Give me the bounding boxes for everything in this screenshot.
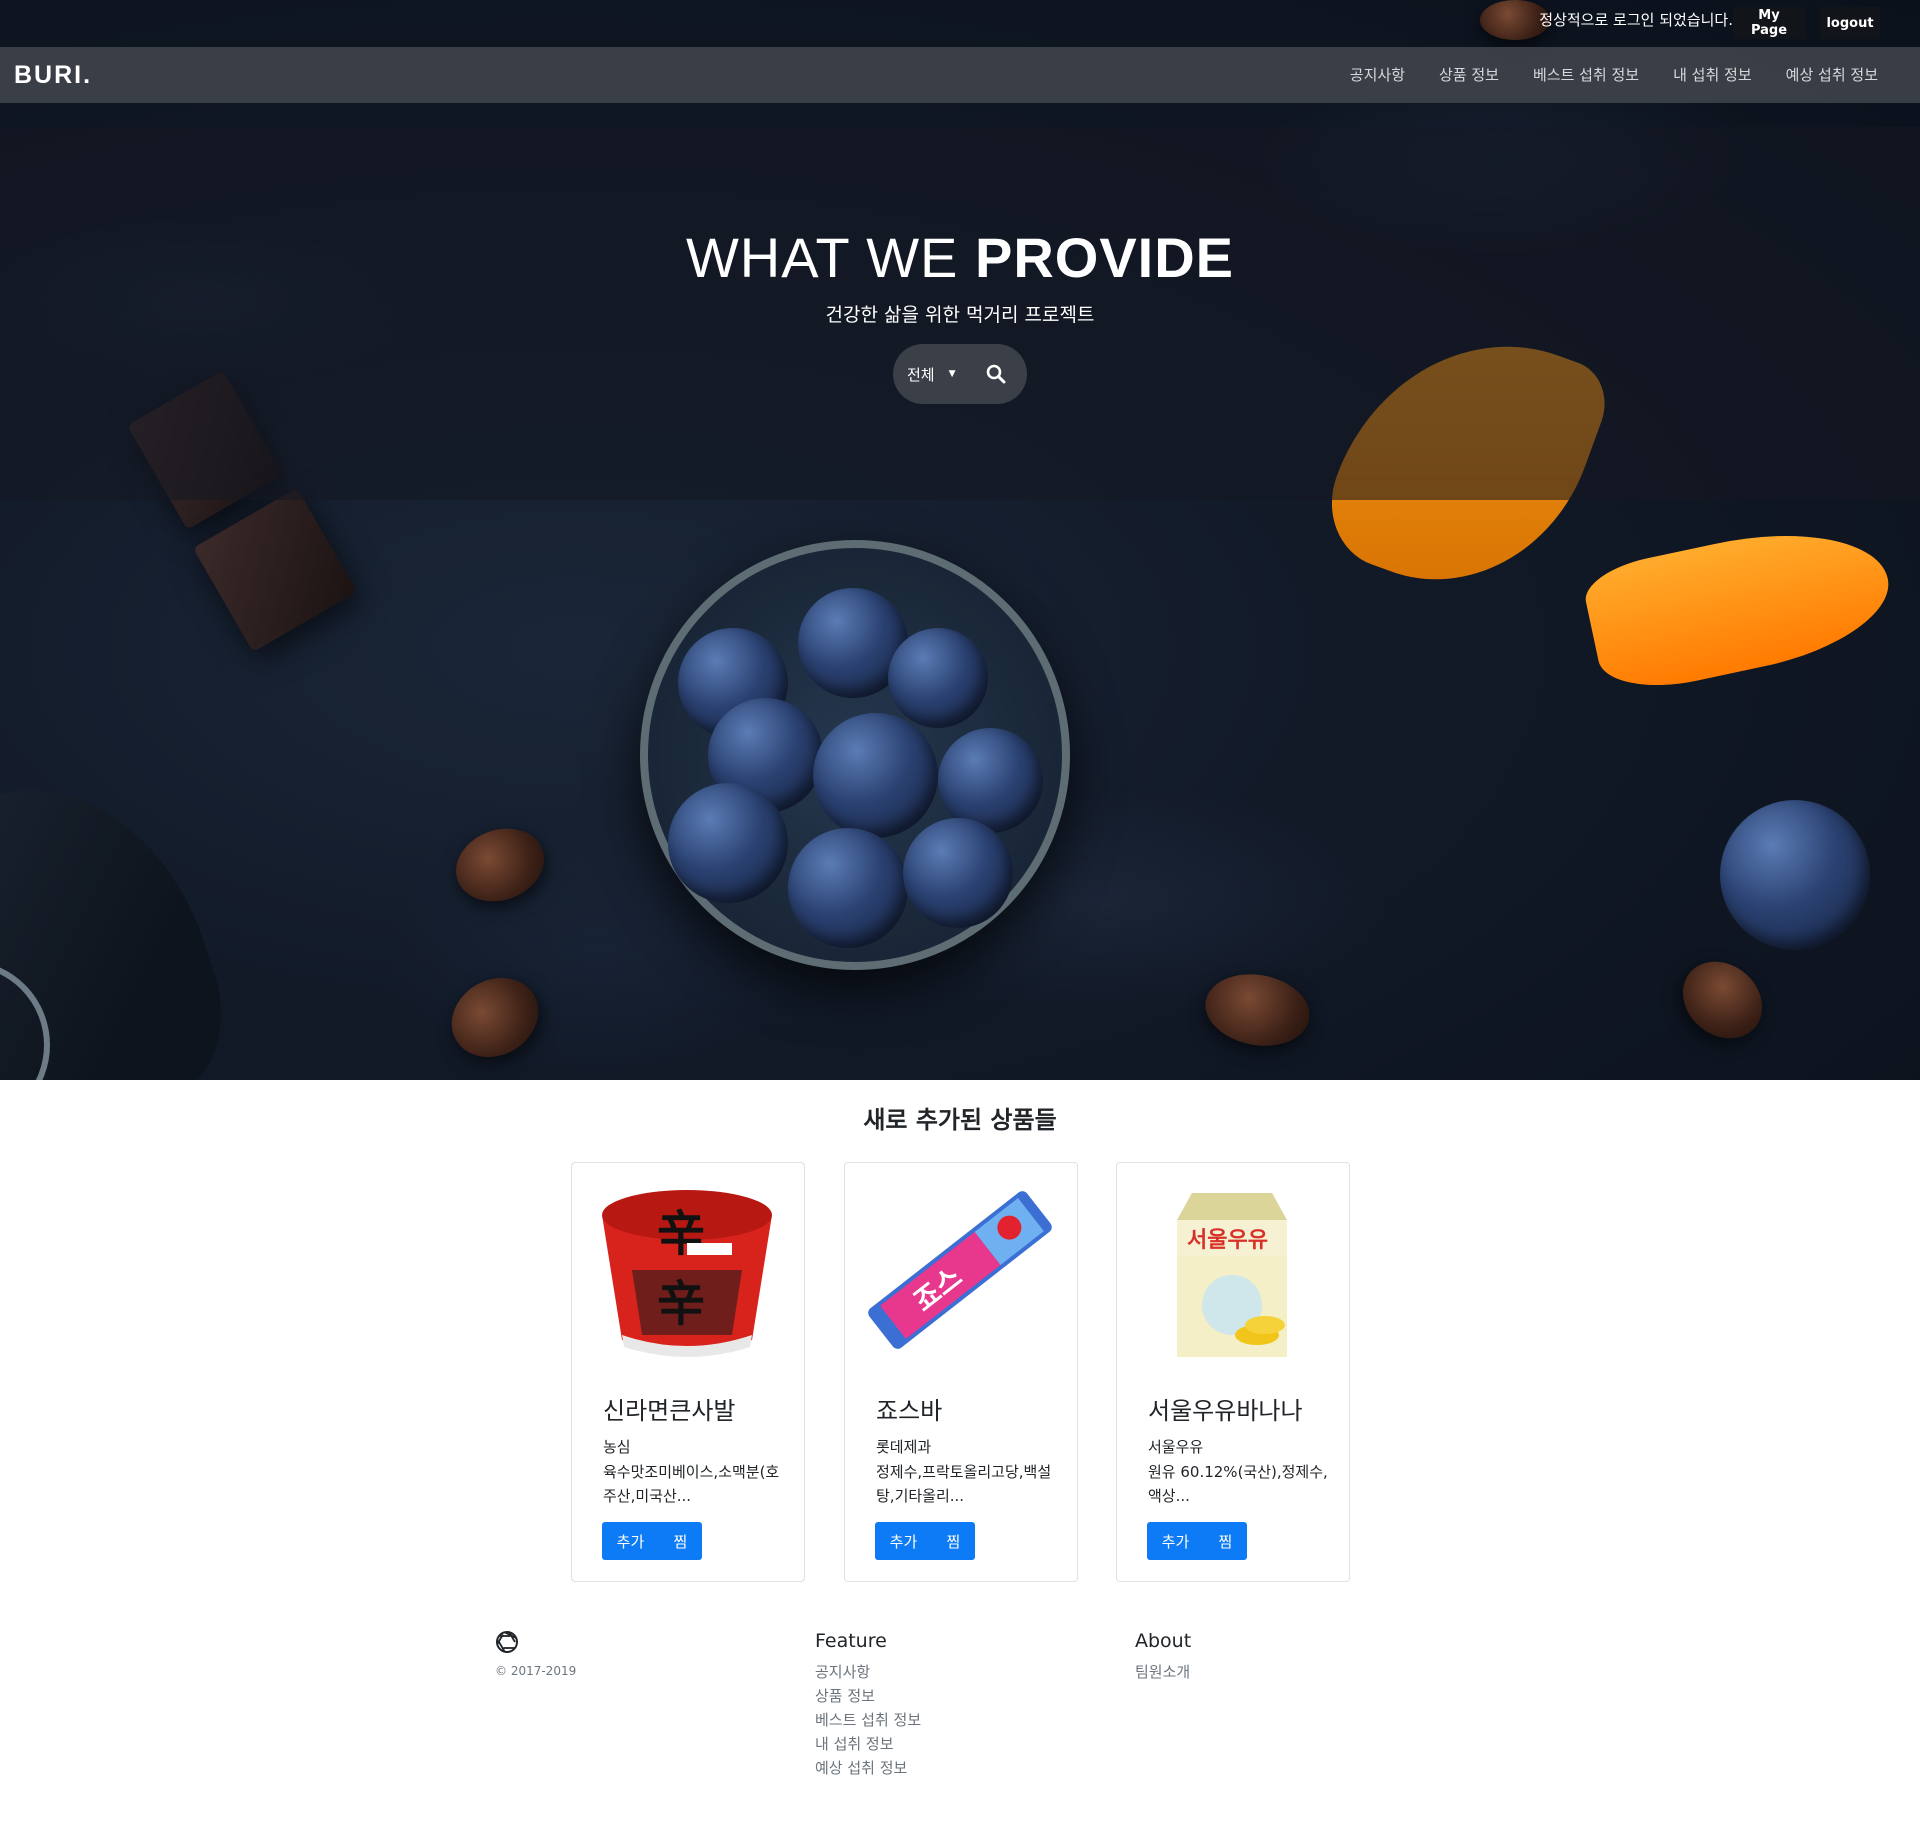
product-name: 신라면큰사발	[603, 1397, 736, 1425]
product-image-ice-bar: 죠스	[865, 1175, 1055, 1365]
wish-button[interactable]: 찜	[1219, 1531, 1233, 1552]
footer-link-expected-intake[interactable]: 예상 섭취 정보	[815, 1758, 921, 1778]
nav-menu: 공지사항 상품 정보 베스트 섭취 정보 내 섭취 정보 예상 섭취 정보	[1350, 64, 1878, 85]
product-action-buttons: 추가 찜	[875, 1522, 975, 1560]
product-image-milk-carton: 서울우유	[1137, 1175, 1327, 1365]
blueberry-decoration	[668, 783, 788, 903]
add-button[interactable]: 추가	[617, 1531, 645, 1552]
product-description: 정제수,프락토올리고당,백설탕,기타올리...	[876, 1463, 1052, 1505]
add-button[interactable]: 추가	[890, 1531, 918, 1552]
nav-item-notice[interactable]: 공지사항	[1350, 64, 1405, 85]
product-name: 서울우유바나나	[1148, 1397, 1303, 1425]
hero-title-bold: PROVIDE	[974, 226, 1235, 289]
nav-item-my-intake[interactable]: 내 섭취 정보	[1673, 64, 1752, 85]
footer-feature-title: Feature	[815, 1630, 887, 1652]
wish-button[interactable]: 찜	[947, 1531, 961, 1552]
top-account-bar: 정상적으로 로그인 되었습니다. My Page logout	[0, 0, 1920, 47]
product-card[interactable]: 죠스 죠스바 롯데제과 정제수,프락토올리고당,백설탕,기타올리... 추가 찜	[844, 1162, 1078, 1582]
footer-about-links: 팀원소개	[1135, 1662, 1190, 1682]
product-maker: 롯데제과	[876, 1438, 932, 1456]
main-navbar: BURI. 공지사항 상품 정보 베스트 섭취 정보 내 섭취 정보 예상 섭취…	[0, 47, 1920, 103]
blueberry-bowl-decoration	[640, 540, 1070, 970]
product-name: 죠스바	[876, 1397, 943, 1425]
search-icon[interactable]	[985, 363, 1007, 385]
logout-button[interactable]: logout	[1820, 7, 1880, 39]
product-description: 원유 60.12%(국산),정제수,액상...	[1148, 1463, 1328, 1505]
blueberry-decoration	[903, 818, 1013, 928]
hero-title: WHAT WE PROVIDE	[0, 225, 1920, 290]
footer-link-team[interactable]: 팀원소개	[1135, 1662, 1190, 1682]
login-status-text: 정상적으로 로그인 되었습니다.	[1539, 11, 1733, 29]
category-select-value: 전체	[907, 365, 935, 384]
nav-item-best-intake[interactable]: 베스트 섭취 정보	[1533, 64, 1639, 85]
nav-item-expected-intake[interactable]: 예상 섭취 정보	[1786, 64, 1878, 85]
product-maker: 농심	[603, 1438, 631, 1456]
aperture-icon	[495, 1630, 519, 1654]
product-image-ramen-cup: 辛 辛	[592, 1175, 782, 1365]
category-select[interactable]: 전체 ▼	[907, 364, 956, 385]
blueberry-decoration	[813, 713, 938, 838]
blueberry-decoration	[788, 828, 908, 948]
new-products-title: 새로 추가된 상품들	[863, 1106, 1057, 1134]
svg-text:서울우유: 서울우유	[1187, 1228, 1268, 1253]
my-page-button[interactable]: My Page	[1733, 7, 1805, 39]
copyright-text: © 2017-2019	[495, 1664, 577, 1678]
product-maker: 서울우유	[1148, 1438, 1204, 1456]
svg-text:辛: 辛	[657, 1276, 705, 1332]
product-card[interactable]: 辛 辛 신라면큰사발 농심 육수맛조미베이스,소맥분(호주산,미국산... 추가…	[571, 1162, 805, 1582]
footer-link-my-intake[interactable]: 내 섭취 정보	[815, 1734, 921, 1754]
footer-link-best-intake[interactable]: 베스트 섭취 정보	[815, 1710, 921, 1730]
hero-subtitle: 건강한 삶을 위한 먹거리 프로젝트	[825, 304, 1095, 326]
hero-background	[0, 0, 1920, 1080]
wish-button[interactable]: 찜	[674, 1531, 688, 1552]
footer-link-product-info[interactable]: 상품 정보	[815, 1686, 921, 1706]
brand-logo[interactable]: BURI.	[14, 61, 92, 90]
search-bar: 전체 ▼	[893, 344, 1027, 404]
caret-down-icon: ▼	[948, 369, 956, 379]
hero-title-light: WHAT WE	[685, 226, 975, 289]
nav-item-product-info[interactable]: 상품 정보	[1439, 64, 1499, 85]
footer-feature-links: 공지사항 상품 정보 베스트 섭취 정보 내 섭취 정보 예상 섭취 정보	[815, 1662, 921, 1778]
add-button[interactable]: 추가	[1162, 1531, 1190, 1552]
blueberry-decoration	[888, 628, 988, 728]
product-description: 육수맛조미베이스,소맥분(호주산,미국산...	[603, 1463, 780, 1505]
blueberry-decoration	[1720, 800, 1870, 950]
footer-about-title: About	[1135, 1630, 1192, 1652]
product-action-buttons: 추가 찜	[1147, 1522, 1247, 1560]
product-card[interactable]: 서울우유 서울우유바나나 서울우유 원유 60.12%(국산),정제수,액상..…	[1116, 1162, 1350, 1582]
product-action-buttons: 추가 찜	[602, 1522, 702, 1560]
footer-link-notice[interactable]: 공지사항	[815, 1662, 921, 1682]
